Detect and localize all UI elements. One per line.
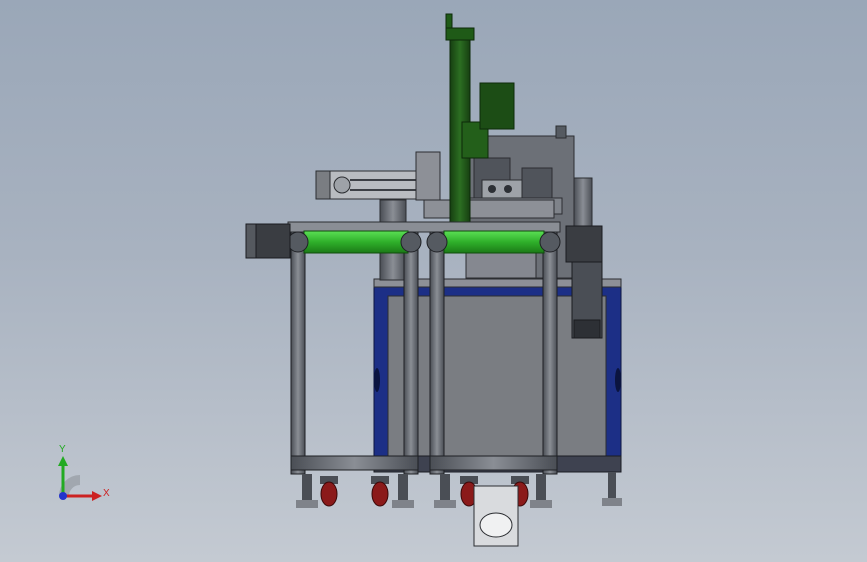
orientation-triad — [58, 456, 102, 501]
x-arrowhead — [92, 491, 102, 501]
machine-assembly-model[interactable] — [0, 0, 867, 562]
green-roller[interactable] — [287, 230, 561, 254]
x-axis-label: X — [103, 488, 110, 499]
y-axis-label: Y — [59, 444, 66, 455]
triad-rotation-arc — [59, 475, 81, 497]
y-arrowhead — [58, 456, 68, 466]
discharge-chute[interactable] — [473, 485, 519, 547]
leveling-feet[interactable] — [296, 472, 622, 508]
left-motor[interactable] — [245, 223, 291, 259]
z-axis-dot — [59, 492, 67, 500]
pneumatic-cylinder[interactable] — [315, 151, 441, 281]
graphics-viewport[interactable]: Y X — [0, 0, 867, 562]
